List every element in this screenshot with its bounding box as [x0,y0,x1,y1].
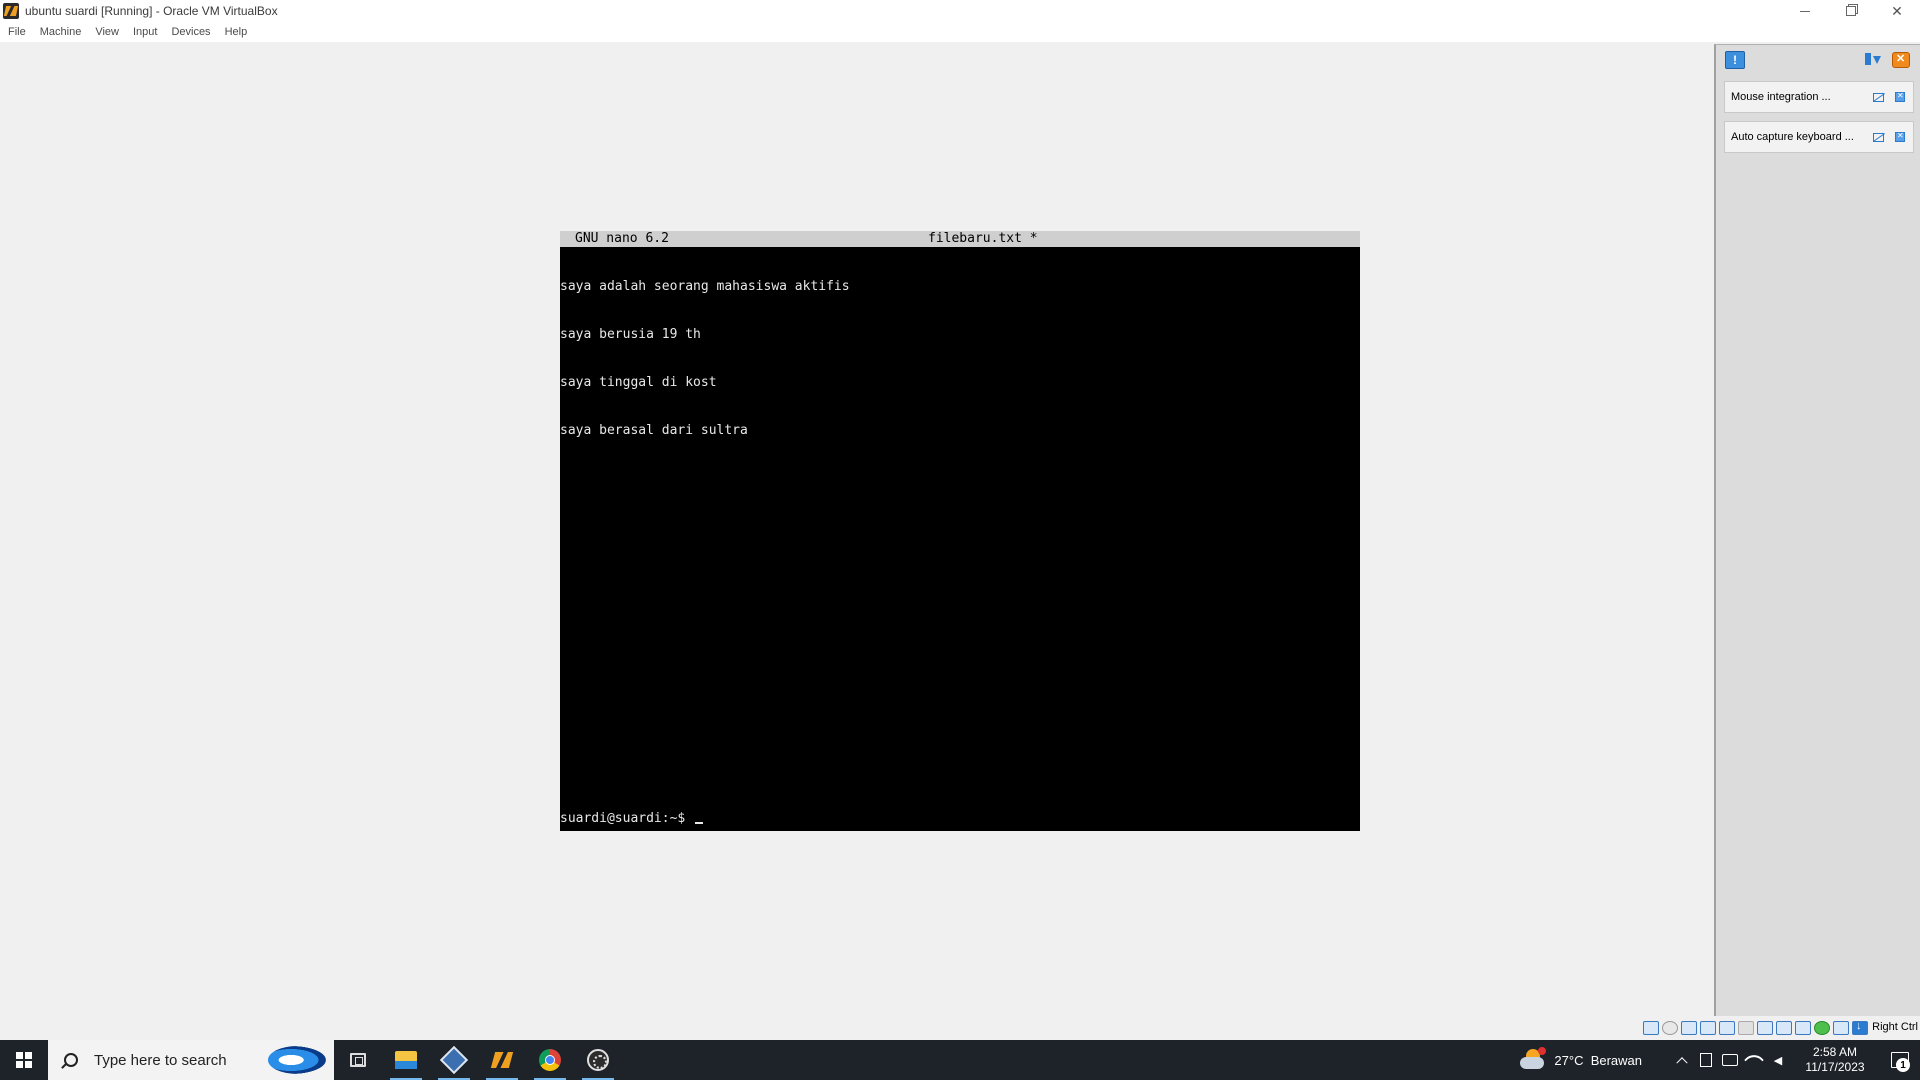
do-not-show-again-icon[interactable] [1873,133,1884,142]
menu-machine[interactable]: Machine [35,26,87,38]
wifi-icon[interactable] [1742,1040,1766,1080]
title-bar: ubuntu suardi [Running] - Oracle VM Virt… [0,0,1920,22]
close-all-icon[interactable] [1892,52,1910,68]
notification-text: Auto capture keyboard ... [1731,131,1854,143]
task-view-icon [350,1053,366,1067]
clock-time: 2:58 AM [1812,1045,1858,1059]
hard-disk-icon[interactable] [1643,1021,1659,1035]
host-key-label[interactable]: Right Ctrl [1872,1021,1918,1033]
search-placeholder: Type here to search [94,1051,227,1069]
weather-condition: Berawan [1590,1052,1642,1068]
camera-icon[interactable] [1718,1040,1742,1080]
virtualbox-manager-icon [439,1045,469,1075]
sort-order-icon[interactable] [1864,52,1881,68]
vm-display-area[interactable]: GNU nano 6.2 filebaru.txt * saya adalah … [0,42,1714,1040]
start-button[interactable] [0,1040,48,1080]
taskbar-virtualbox-vm[interactable] [478,1040,526,1080]
bing-icon[interactable] [268,1046,326,1074]
file-explorer-icon [395,1051,417,1069]
speaker-muted-icon[interactable] [1766,1040,1790,1080]
nano-header: GNU nano 6.2 filebaru.txt * [560,231,1360,247]
notification-text: Mouse integration ... [1731,91,1831,103]
notification-count-badge: 1 [1896,1058,1910,1072]
windows-logo-icon [16,1052,32,1068]
optical-drive-icon[interactable] [1662,1021,1678,1035]
taskbar-virtualbox-manager[interactable] [430,1040,478,1080]
weather-temperature: 27°C [1554,1052,1584,1068]
system-tray: 27°C Berawan 2:58 AM 11/17/2023 1 [1520,1040,1920,1080]
text-line: saya berasal dari sultra [560,423,748,438]
windows-taskbar: Type here to search 27°C Berawan 2:58 AM… [0,1040,1920,1080]
weather-widget[interactable]: 27°C Berawan [1554,1053,1642,1068]
notification-mouse-integration[interactable]: Mouse integration ... [1724,81,1914,113]
search-icon [64,1053,78,1067]
audio-icon[interactable] [1681,1021,1697,1035]
recording-icon[interactable] [1776,1021,1792,1035]
prompt-text: suardi@suardi:~$ [560,811,694,826]
info-icon[interactable]: ! [1725,51,1745,69]
action-center-icon[interactable]: 1 [1880,1040,1920,1080]
taskbar-clock[interactable]: 2:58 AM 11/17/2023 [1800,1045,1870,1075]
file-content: saya adalah seorang mahasiswa aktifis sa… [560,247,850,471]
close-icon[interactable] [1895,131,1905,142]
taskbar-chrome[interactable] [526,1040,574,1080]
notification-auto-capture[interactable]: Auto capture keyboard ... [1724,121,1914,153]
text-line: saya berusia 19 th [560,327,701,342]
chrome-icon [539,1049,561,1071]
text-cursor [695,822,704,824]
vm-status-bar: Right Ctrl [0,1016,1920,1040]
task-view-button[interactable] [334,1040,382,1080]
nano-file-name: filebaru.txt * [928,231,1038,246]
panel-toolbar: ! [1716,45,1920,73]
menu-input[interactable]: Input [128,26,162,38]
obs-icon [587,1049,609,1071]
do-not-show-again-icon[interactable] [1873,93,1884,102]
shared-folder-icon[interactable] [1738,1021,1754,1035]
usb-icon[interactable] [1719,1021,1735,1035]
menu-devices[interactable]: Devices [166,26,215,38]
menu-help[interactable]: Help [220,26,253,38]
device-icon[interactable] [1694,1040,1718,1080]
taskbar-search-box[interactable]: Type here to search [48,1040,334,1080]
taskbar-file-explorer[interactable] [382,1040,430,1080]
text-line: saya adalah seorang mahasiswa aktifis [560,279,850,294]
guest-additions-icon[interactable] [1814,1021,1830,1035]
virtualbox-vm-icon [491,1050,513,1070]
nano-version: GNU nano 6.2 [575,231,669,246]
show-hidden-icons-icon[interactable] [1670,1040,1694,1080]
window-controls: ✕ [1782,0,1920,22]
clock-date: 11/17/2023 [1805,1060,1865,1074]
menu-file[interactable]: File [3,26,31,38]
menu-bar: File Machine View Input Devices Help [0,22,1920,42]
close-icon[interactable] [1895,91,1905,102]
weather-alert-badge [1538,1047,1547,1055]
virtualbox-app-icon [3,3,19,19]
status-icons [1643,1020,1868,1035]
restore-button[interactable] [1828,0,1874,22]
taskbar-obs[interactable] [574,1040,622,1080]
text-line: saya tinggal di kost [560,375,717,390]
display-icon[interactable] [1757,1021,1773,1035]
cpu-icon[interactable] [1795,1021,1811,1035]
menu-view[interactable]: View [90,26,124,38]
network-icon[interactable] [1700,1021,1716,1035]
weather-icon[interactable] [1520,1047,1547,1071]
window-title: ubuntu suardi [Running] - Oracle VM Virt… [25,4,278,18]
mouse-integration-icon[interactable] [1833,1021,1849,1035]
close-button[interactable]: ✕ [1874,0,1920,22]
notification-center-panel: ! Mouse integration ... Auto capture key… [1714,44,1920,1016]
shell-prompt: suardi@suardi:~$ [560,811,704,827]
minimize-button[interactable] [1782,0,1828,22]
guest-terminal[interactable]: GNU nano 6.2 filebaru.txt * saya adalah … [560,231,1360,831]
keyboard-icon[interactable] [1852,1020,1868,1035]
